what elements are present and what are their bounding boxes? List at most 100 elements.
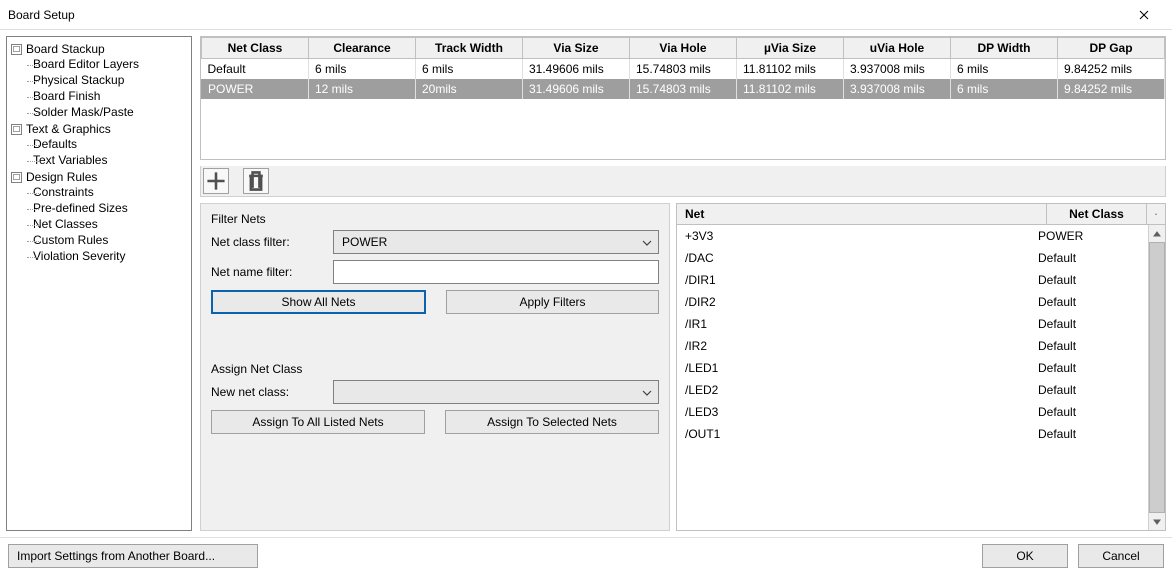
nets-row[interactable]: /OUT1Default	[677, 423, 1148, 445]
nets-cell-net: /IR2	[677, 335, 1030, 357]
tree-item-board-finish[interactable]: Board Finish	[29, 88, 191, 104]
col-netclass[interactable]: Net Class	[202, 38, 309, 59]
net-name-filter-input[interactable]	[333, 260, 659, 284]
nets-cell-class: Default	[1030, 379, 1148, 401]
netclass-cell[interactable]: 3.937008 mils	[844, 59, 951, 80]
tree-group-label: Text & Graphics	[26, 122, 111, 136]
nets-cell-net: /LED3	[677, 401, 1030, 423]
main-area: □ Board Stackup Board Editor Layers Physi…	[0, 30, 1172, 537]
tree-item-violation-severity[interactable]: Violation Severity	[29, 248, 191, 264]
netclass-cell[interactable]: 9.84252 mils	[1058, 79, 1165, 99]
netclass-cell[interactable]: 6 mils	[416, 59, 523, 80]
netclass-cell[interactable]: 11.81102 mils	[737, 59, 844, 80]
nets-row[interactable]: +3V3POWER	[677, 225, 1148, 247]
nets-row[interactable]: /IR1Default	[677, 313, 1148, 335]
col-track-width[interactable]: Track Width	[416, 38, 523, 59]
netclass-cell[interactable]: 6 mils	[951, 79, 1058, 99]
nets-row[interactable]: /DACDefault	[677, 247, 1148, 269]
netclass-cell[interactable]: 6 mils	[309, 59, 416, 80]
netclass-cell[interactable]: 9.84252 mils	[1058, 59, 1165, 80]
nets-row[interactable]: /IR2Default	[677, 335, 1148, 357]
netclass-cell[interactable]: Default	[202, 59, 309, 80]
netclass-cell[interactable]: 11.81102 mils	[737, 79, 844, 99]
netclass-cell[interactable]: 6 mils	[951, 59, 1058, 80]
scroll-thumb[interactable]	[1149, 242, 1165, 513]
nav-tree: □ Board Stackup Board Editor Layers Physi…	[7, 41, 191, 265]
netclass-cell[interactable]: POWER	[202, 79, 309, 99]
nets-row[interactable]: /LED1Default	[677, 357, 1148, 379]
tree-item-physical-stackup[interactable]: Physical Stackup	[29, 72, 191, 88]
assign-net-class-group: Assign Net Class New net class: Assign T…	[211, 362, 659, 434]
nets-col-net[interactable]: Net	[677, 204, 1047, 224]
bottom-split: Filter Nets Net class filter: POWER Net …	[200, 203, 1166, 531]
netclass-cell[interactable]: 15.74803 mils	[630, 59, 737, 80]
nets-cell-net: /DIR1	[677, 269, 1030, 291]
nets-cell-net: /LED2	[677, 379, 1030, 401]
add-netclass-button[interactable]	[203, 168, 229, 194]
netclass-cell[interactable]: 12 mils	[309, 79, 416, 99]
nets-cell-class: Default	[1030, 269, 1148, 291]
tree-item-constraints[interactable]: Constraints	[29, 184, 191, 200]
ok-button[interactable]: OK	[982, 544, 1068, 568]
tree-item-defaults[interactable]: Defaults	[29, 136, 191, 152]
nets-cell-class: Default	[1030, 313, 1148, 335]
nets-col-class[interactable]: Net Class	[1047, 204, 1147, 224]
scroll-up-icon[interactable]	[1149, 225, 1165, 242]
plus-icon	[204, 169, 228, 193]
apply-filters-button[interactable]: Apply Filters	[446, 290, 659, 314]
col-dp-width[interactable]: DP Width	[951, 38, 1058, 59]
filter-nets-group: Filter Nets Net class filter: POWER Net …	[211, 212, 659, 314]
tree-group-label: Board Stackup	[26, 42, 105, 56]
col-via-size[interactable]: Via Size	[523, 38, 630, 59]
show-all-nets-button[interactable]: Show All Nets	[211, 290, 426, 314]
tree-group-text-graphics[interactable]: □ Text & Graphics Defaults Text Variables	[7, 121, 191, 169]
tree-collapse-icon[interactable]: □	[11, 124, 22, 135]
new-net-class-combo[interactable]	[333, 380, 659, 404]
col-dp-gap[interactable]: DP Gap	[1058, 38, 1165, 59]
col-clearance[interactable]: Clearance	[309, 38, 416, 59]
tree-group-design-rules[interactable]: □Design Rules Constraints Pre-defined Si…	[7, 169, 191, 265]
tree-item-solder-mask-paste[interactable]: Solder Mask/Paste	[29, 104, 191, 120]
nets-cell-class: Default	[1030, 335, 1148, 357]
nets-scrollbar[interactable]	[1148, 225, 1165, 530]
col-via-hole[interactable]: Via Hole	[630, 38, 737, 59]
netclass-cell[interactable]: 20mils	[416, 79, 523, 99]
tree-item-custom-rules[interactable]: Custom Rules	[29, 232, 191, 248]
net-class-filter-combo[interactable]: POWER	[333, 230, 659, 254]
sort-up-icon	[1155, 211, 1157, 217]
tree-item-predefined-sizes[interactable]: Pre-defined Sizes	[29, 200, 191, 216]
tree-item-text-variables[interactable]: Text Variables	[29, 152, 191, 168]
tree-group-board-stackup[interactable]: □ Board Stackup Board Editor Layers Physi…	[7, 41, 191, 121]
nets-cell-net: /OUT1	[677, 423, 1030, 445]
nets-sort-indicator[interactable]	[1147, 204, 1165, 224]
netclass-row[interactable]: POWER12 mils20mils31.49606 mils15.74803 …	[202, 79, 1165, 99]
tree-collapse-icon[interactable]: □	[11, 44, 22, 55]
tree-item-board-editor-layers[interactable]: Board Editor Layers	[29, 56, 191, 72]
netclass-row[interactable]: Default6 mils6 mils31.49606 mils15.74803…	[202, 59, 1165, 80]
nets-table-body[interactable]: +3V3POWER/DACDefault/DIR1Default/DIR2Def…	[677, 225, 1148, 530]
netclass-grid[interactable]: Net Class Clearance Track Width Via Size…	[201, 37, 1165, 99]
tree-item-net-classes[interactable]: Net Classes	[29, 216, 191, 232]
window-close-button[interactable]	[1124, 1, 1164, 29]
nets-cell-net: /IR1	[677, 313, 1030, 335]
nets-row[interactable]: /DIR2Default	[677, 291, 1148, 313]
netclass-cell[interactable]: 31.49606 mils	[523, 59, 630, 80]
scroll-down-icon[interactable]	[1149, 513, 1165, 530]
netclass-cell[interactable]: 31.49606 mils	[523, 79, 630, 99]
col-uvia-hole[interactable]: uVia Hole	[844, 38, 951, 59]
netclass-cell[interactable]: 15.74803 mils	[630, 79, 737, 99]
net-class-filter-label: Net class filter:	[211, 235, 323, 249]
titlebar: Board Setup	[0, 0, 1172, 30]
cancel-button[interactable]: Cancel	[1078, 544, 1164, 568]
import-settings-button[interactable]: Import Settings from Another Board...	[8, 544, 258, 568]
col-uvia-size[interactable]: µVia Size	[737, 38, 844, 59]
assign-all-button[interactable]: Assign To All Listed Nets	[211, 410, 425, 434]
tree-collapse-icon[interactable]: □	[11, 172, 22, 183]
nets-row[interactable]: /LED3Default	[677, 401, 1148, 423]
delete-netclass-button[interactable]	[243, 168, 269, 194]
nets-row[interactable]: /DIR1Default	[677, 269, 1148, 291]
netclass-cell[interactable]: 3.937008 mils	[844, 79, 951, 99]
nets-row[interactable]: /LED2Default	[677, 379, 1148, 401]
nets-cell-net: /DAC	[677, 247, 1030, 269]
assign-selected-button[interactable]: Assign To Selected Nets	[445, 410, 659, 434]
